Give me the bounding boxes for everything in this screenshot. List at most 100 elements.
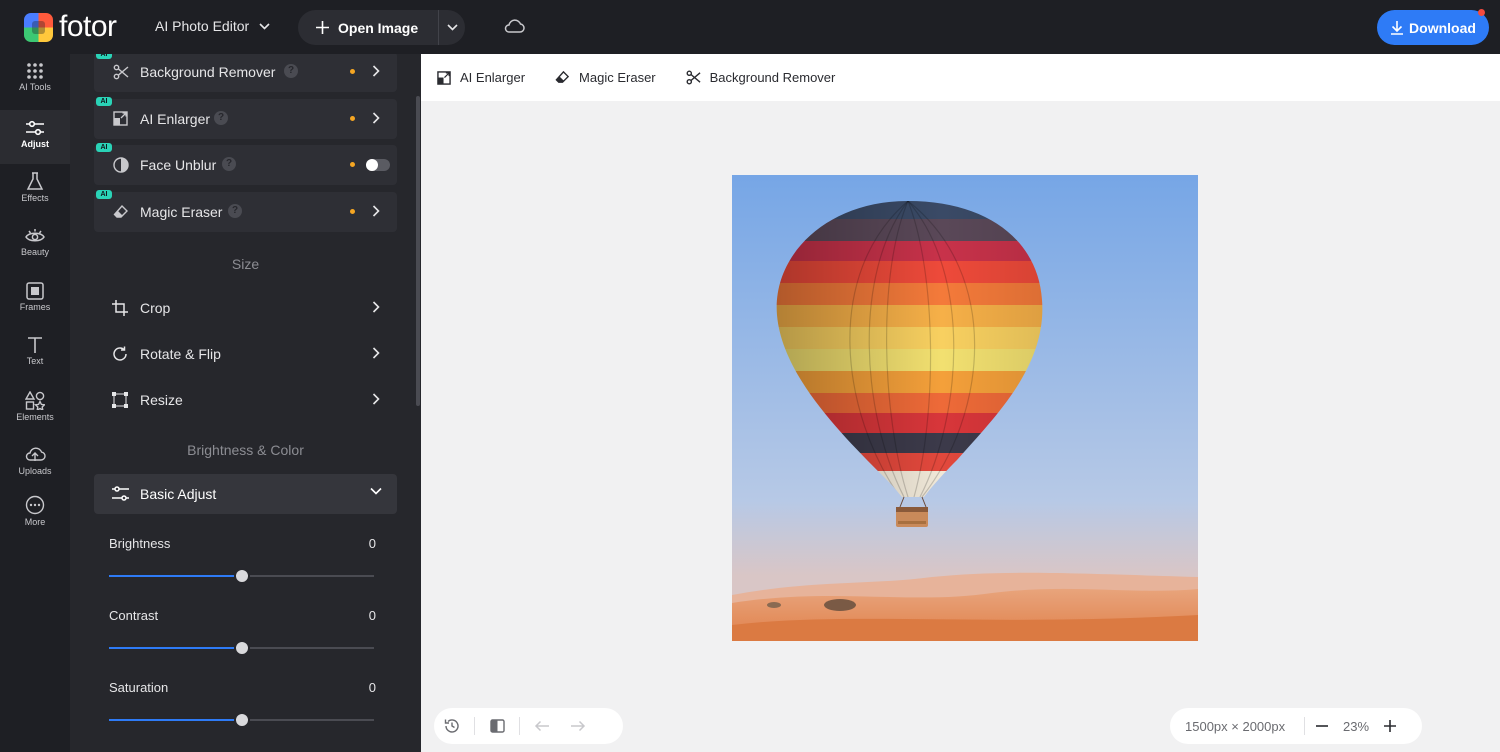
flask-icon xyxy=(26,172,44,190)
rail-item-frames[interactable]: Frames xyxy=(0,282,70,322)
image-dimensions: 1500px × 2000px xyxy=(1185,718,1286,734)
slider-value-brightness: 0 xyxy=(368,536,376,551)
shapes-icon xyxy=(25,391,45,410)
fotor-logo[interactable]: fotor xyxy=(24,12,117,42)
cloud-icon xyxy=(504,19,525,33)
feature-label: Background Remover xyxy=(140,64,276,80)
feature-background-remover[interactable]: AI Background Remover ? xyxy=(94,54,397,92)
feature-magic-eraser[interactable]: AI Magic Eraser ? xyxy=(94,190,397,232)
contrast-slider[interactable] xyxy=(109,640,374,656)
chevron-right-icon xyxy=(372,65,380,77)
open-image-label: Open Image xyxy=(338,19,419,36)
tool-resize[interactable]: Resize xyxy=(94,380,397,420)
eraser-icon xyxy=(555,70,570,83)
basic-adjust-label: Basic Adjust xyxy=(140,486,217,502)
slider-thumb[interactable] xyxy=(233,640,250,656)
slider-fill xyxy=(109,647,242,649)
tool-crop[interactable]: Crop xyxy=(94,288,397,328)
slider-thumb[interactable] xyxy=(233,712,250,728)
cloud-save-button[interactable] xyxy=(503,17,525,40)
feature-face-unblur[interactable]: AI Face Unblur ? xyxy=(94,143,397,185)
rail-label: Uploads xyxy=(18,466,52,476)
text-icon xyxy=(28,337,42,353)
help-icon[interactable]: ? xyxy=(284,64,298,78)
help-icon[interactable]: ? xyxy=(228,204,242,218)
new-indicator-dot xyxy=(350,162,355,167)
section-title-size: Size xyxy=(231,256,260,272)
help-icon[interactable]: ? xyxy=(214,111,228,125)
undo-button[interactable] xyxy=(524,708,560,744)
feature-label: Face Unblur xyxy=(140,157,217,173)
open-image-group: Open Image xyxy=(298,10,465,45)
rail-label: Adjust xyxy=(21,139,49,149)
redo-button[interactable] xyxy=(560,708,596,744)
rail-label: AI Tools xyxy=(19,82,51,92)
rail-item-effects[interactable]: Effects xyxy=(0,172,70,212)
new-indicator-dot xyxy=(350,209,355,214)
minus-icon xyxy=(1316,725,1328,727)
slider-label-saturation: Saturation xyxy=(109,680,169,695)
rail-label: Text xyxy=(26,356,44,366)
chevron-down-icon xyxy=(446,24,458,31)
feature-ai-enlarger[interactable]: AI AI Enlarger ? xyxy=(94,97,397,139)
divider xyxy=(519,717,520,735)
brightness-slider[interactable] xyxy=(109,568,374,584)
compare-button[interactable] xyxy=(479,708,515,744)
quick-tool-background-remover[interactable]: Background Remover xyxy=(686,70,835,85)
tool-rail: AI Tools Adjust Effects Beauty Frames Te… xyxy=(0,54,70,752)
feature-label: AI Enlarger xyxy=(140,111,211,127)
history-icon xyxy=(444,719,459,733)
history-button[interactable] xyxy=(434,708,470,744)
quick-tool-magic-eraser[interactable]: Magic Eraser xyxy=(555,70,656,85)
slider-fill xyxy=(109,719,242,721)
canvas-photo[interactable] xyxy=(732,175,1198,641)
rail-label: Beauty xyxy=(20,247,50,257)
canvas-area: AI Enlarger Magic Eraser Background Remo… xyxy=(421,54,1500,752)
grid-icon xyxy=(27,63,43,79)
sliders-icon xyxy=(26,120,44,136)
sliders-icon xyxy=(112,486,129,501)
basic-adjust-header[interactable]: Basic Adjust xyxy=(94,474,397,514)
rail-item-elements[interactable]: Elements xyxy=(0,391,70,431)
chevron-down-icon xyxy=(259,22,270,30)
logo-text: fotor xyxy=(59,10,117,43)
plus-icon xyxy=(316,21,329,34)
chevron-right-icon xyxy=(372,205,380,217)
slider-fill xyxy=(109,575,242,577)
compare-icon xyxy=(489,719,505,733)
open-image-menu-button[interactable] xyxy=(438,10,465,45)
panel-scrollbar[interactable] xyxy=(416,96,420,406)
fotor-logo-mark xyxy=(24,12,53,42)
upload-cloud-icon xyxy=(25,447,46,461)
chevron-right-icon xyxy=(372,347,380,359)
zoom-in-button[interactable] xyxy=(1373,708,1407,744)
saturation-slider[interactable] xyxy=(109,712,374,728)
tool-rotate-flip[interactable]: Rotate & Flip xyxy=(94,334,397,374)
editor-mode-label: AI Photo Editor xyxy=(155,18,250,34)
help-icon[interactable]: ? xyxy=(222,157,236,171)
notification-dot xyxy=(1478,9,1485,16)
rail-label: Elements xyxy=(16,412,54,422)
rail-item-ai-tools[interactable]: AI Tools xyxy=(0,62,70,102)
chevron-right-icon xyxy=(372,301,380,313)
download-button[interactable]: Download xyxy=(1377,10,1489,45)
chevron-down-icon xyxy=(370,487,382,495)
history-toolbar xyxy=(434,708,623,744)
open-image-button[interactable]: Open Image xyxy=(298,10,438,45)
rail-item-beauty[interactable]: Beauty xyxy=(0,227,70,267)
quick-tool-ai-enlarger[interactable]: AI Enlarger xyxy=(437,70,525,85)
quick-tool-label: Magic Eraser xyxy=(579,70,656,85)
zoom-out-button[interactable] xyxy=(1305,708,1339,744)
feature-label: Magic Eraser xyxy=(140,204,223,220)
face-unblur-toggle[interactable] xyxy=(366,159,390,171)
rail-item-text[interactable]: Text xyxy=(0,336,70,376)
rail-item-uploads[interactable]: Uploads xyxy=(0,444,70,484)
more-icon xyxy=(25,495,45,515)
rail-label: Frames xyxy=(19,302,51,312)
zoom-level[interactable]: 23% xyxy=(1339,719,1373,734)
slider-thumb[interactable] xyxy=(233,568,250,584)
slider-label-brightness: Brightness xyxy=(109,536,171,551)
rail-item-adjust[interactable]: Adjust xyxy=(0,110,70,164)
editor-mode-dropdown[interactable]: AI Photo Editor xyxy=(155,18,270,34)
rail-item-more[interactable]: More xyxy=(0,495,70,535)
